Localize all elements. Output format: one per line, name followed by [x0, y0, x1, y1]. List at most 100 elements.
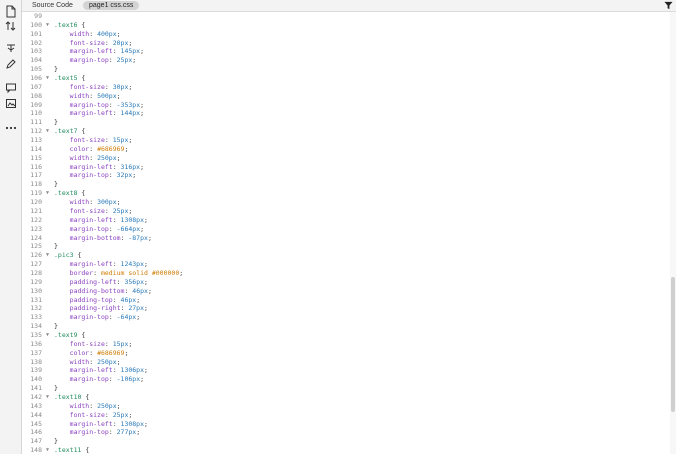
line-number: 124 [30, 233, 42, 242]
close-brace: } [54, 65, 58, 74]
line-number: 147 [30, 437, 42, 446]
fold-toggle-icon[interactable]: ▼ [46, 446, 49, 454]
open-brace: { [77, 74, 86, 83]
css-property: margin-left [69, 109, 113, 118]
code-text: margin-top: -664px; [54, 225, 144, 234]
fold-toggle-icon[interactable]: ▼ [46, 189, 49, 198]
colon: : [104, 339, 113, 348]
more-icon[interactable] [3, 120, 19, 136]
tab-bar: Source Code page1 css.css [22, 0, 676, 12]
code-text: } [54, 118, 58, 127]
css-property: margin-top [69, 428, 109, 437]
css-value: 145px [120, 47, 141, 56]
close-brace: } [54, 384, 58, 393]
fold-toggle-icon[interactable]: ▼ [46, 251, 49, 260]
code-text: .text8 { [54, 189, 85, 198]
css-selector: .text6 [54, 20, 78, 29]
semicolon: ; [128, 339, 133, 348]
colon: : [112, 109, 121, 118]
new-document-icon[interactable] [3, 3, 19, 19]
code-text: font-size: 15px; [54, 339, 133, 349]
css-selector: .text7 [54, 127, 78, 136]
css-property: width [69, 198, 90, 207]
colon: : [112, 260, 121, 269]
code-text: margin-top: -353px; [54, 101, 144, 110]
line-number: 103 [30, 47, 42, 56]
colon: : [89, 198, 98, 207]
css-value: 356px [124, 277, 145, 286]
line-number: 142 [30, 392, 42, 401]
colon: : [112, 295, 121, 304]
code-text: margin-left: 145px; [54, 47, 144, 56]
css-value: 316px [120, 162, 141, 171]
css-property: margin-left [69, 260, 113, 269]
fold-toggle-icon[interactable]: ▼ [46, 127, 49, 136]
image-comment-icon[interactable] [3, 96, 19, 112]
sort-icon[interactable] [3, 18, 19, 34]
css-property: padding-top [69, 295, 113, 304]
css-value: #686969 [97, 144, 125, 153]
line-number: 121 [30, 206, 42, 215]
sparkle-icon[interactable] [3, 40, 19, 56]
line-number: 129 [30, 277, 42, 286]
colon: : [89, 144, 98, 153]
line-number: 144 [30, 410, 42, 419]
semicolon: ; [136, 295, 141, 304]
colon: : [112, 162, 121, 171]
css-value: 32px [116, 171, 133, 180]
code-text: font-size: 20px; [54, 38, 133, 48]
css-property: font-size [69, 136, 105, 145]
open-brace: { [73, 251, 82, 260]
filter-icon[interactable] [664, 1, 673, 10]
code-text: margin-left: 144px; [54, 109, 144, 118]
colon: : [104, 410, 113, 419]
line-number: 109 [30, 100, 42, 109]
semicolon: ; [128, 82, 133, 91]
line-number: 115 [30, 153, 42, 162]
css-property: color [69, 144, 90, 153]
fold-toggle-icon[interactable]: ▼ [46, 21, 49, 30]
line-number: 134 [30, 322, 42, 331]
fold-toggle-icon[interactable]: ▼ [46, 393, 49, 402]
code-editor[interactable]: 99 100 ▼ .text6 {101 width: 400px; 102 font-… [22, 12, 670, 454]
line-number: 110 [30, 109, 42, 118]
colon: : [89, 348, 98, 357]
css-value: 46px [132, 286, 148, 295]
code-text: border: medium solid #000000; [54, 269, 184, 278]
tab-css-file[interactable]: page1 css.css [83, 1, 140, 10]
code-text: } [54, 322, 58, 331]
colon: : [104, 206, 113, 215]
colon: : [108, 375, 117, 384]
code-text: padding-right: 27px; [54, 304, 148, 313]
css-property: width [69, 153, 90, 162]
css-selector: .text9 [54, 330, 78, 339]
code-text: } [54, 437, 58, 446]
pen-icon[interactable] [3, 56, 19, 72]
fold-toggle-icon[interactable]: ▼ [46, 74, 49, 83]
code-text: font-size: 15px; [54, 136, 133, 145]
css-property: width [69, 29, 90, 38]
code-text: margin-left: 1308px; [54, 216, 148, 225]
fold-toggle-icon[interactable]: ▼ [46, 331, 49, 340]
code-text: margin-left: 1243px; [54, 260, 148, 269]
vertical-scrollbar[interactable] [670, 12, 676, 454]
tab-source-code[interactable]: Source Code [32, 1, 73, 10]
css-property: font-size [69, 206, 105, 215]
colon: : [108, 56, 117, 65]
colon: : [104, 82, 113, 91]
scroll-thumb[interactable] [671, 277, 675, 412]
comment-icon[interactable] [3, 80, 19, 96]
colon: : [104, 38, 113, 47]
line-number: 130 [30, 286, 42, 295]
line-number: 126 [30, 251, 42, 260]
colon: : [112, 47, 121, 56]
code-text: } [54, 242, 58, 251]
colon: : [89, 29, 98, 38]
colon: : [112, 215, 121, 224]
css-value: 300px [97, 198, 117, 207]
open-brace: { [81, 446, 90, 454]
left-toolbar [0, 0, 22, 454]
line-number: 131 [30, 295, 42, 304]
css-property: padding-left [69, 277, 117, 286]
line-number: 127 [30, 260, 42, 269]
